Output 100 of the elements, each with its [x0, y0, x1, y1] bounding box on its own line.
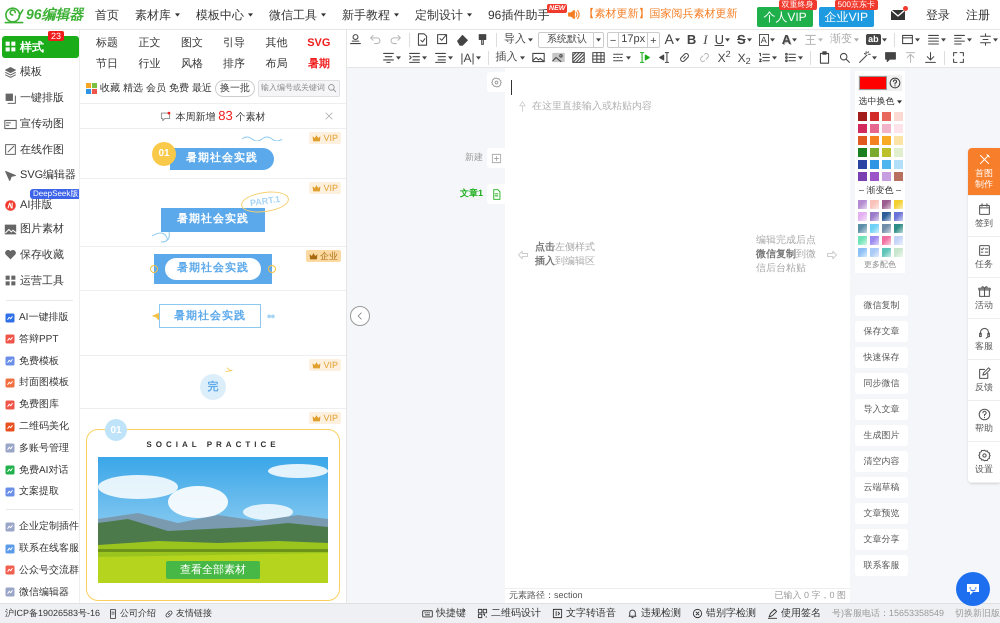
color-swatch[interactable]: [882, 248, 890, 257]
nav-link[interactable]: 素材库: [135, 6, 180, 24]
sidebar-item[interactable]: 免费图库: [2, 394, 79, 415]
action-button[interactable]: 文章预览: [855, 503, 908, 524]
color-swatch[interactable]: [858, 200, 866, 209]
color-swatch[interactable]: [894, 112, 902, 120]
nav-link[interactable]: 微信工具: [269, 6, 326, 24]
sidebar-item[interactable]: 免费模板: [2, 351, 79, 372]
color-swatch[interactable]: [882, 124, 890, 132]
color-swatch[interactable]: [882, 136, 890, 144]
category-tab[interactable]: 暑期: [298, 56, 340, 73]
action-button[interactable]: 云端草稿: [855, 477, 908, 498]
login-link[interactable]: 登录: [926, 6, 950, 24]
refresh-button[interactable]: 换一批: [215, 80, 255, 96]
footer-tool[interactable]: 违规检测: [626, 606, 681, 621]
filter-link[interactable]: 精选: [123, 80, 143, 96]
color-swatch[interactable]: [882, 224, 890, 233]
category-tab[interactable]: 布局: [255, 56, 298, 73]
sidebar-item[interactable]: 文案提取: [2, 482, 79, 502]
color-swatch[interactable]: [858, 124, 866, 132]
side-tab[interactable]: 签到: [968, 196, 1000, 237]
nav-link[interactable]: 96插件助手: [488, 6, 550, 24]
sidebar-item[interactable]: SVG编辑器: [2, 166, 79, 186]
toolbar-button[interactable]: [977, 30, 1000, 48]
color-swatch[interactable]: [894, 148, 902, 156]
color-swatch[interactable]: [870, 148, 878, 156]
category-tab[interactable]: 引导: [212, 35, 256, 52]
filter-link[interactable]: 免费: [169, 80, 189, 96]
color-swatch[interactable]: [882, 212, 890, 221]
color-swatch[interactable]: [870, 124, 878, 132]
sidebar-item[interactable]: 免费AI对话: [2, 460, 79, 480]
action-button[interactable]: 联系客服: [855, 555, 908, 576]
color-swatch[interactable]: [894, 236, 902, 245]
category-tab[interactable]: 行业: [128, 56, 171, 73]
footer-link[interactable]: 沪ICP备19026583号-16: [5, 606, 100, 620]
format-button[interactable]: X$^{2}$: [716, 48, 733, 66]
font-select[interactable]: 系统默认: [538, 32, 604, 48]
color-swatch[interactable]: [894, 136, 902, 144]
toolbar-menu[interactable]: 导入: [502, 30, 535, 48]
color-swatch[interactable]: [870, 212, 878, 221]
footer-tool[interactable]: 使用签名: [766, 606, 821, 621]
sidebar-item[interactable]: AI一键排版: [2, 308, 79, 328]
sidebar-item[interactable]: 微信编辑器: [2, 582, 79, 602]
filter-link[interactable]: 会员: [146, 80, 166, 96]
format-button[interactable]: B: [684, 30, 698, 48]
color-swatch[interactable]: [858, 148, 866, 156]
color-swatch[interactable]: [858, 160, 866, 168]
format-button[interactable]: ab: [864, 30, 889, 48]
color-swatch[interactable]: [894, 212, 902, 221]
side-tab[interactable]: 帮助: [968, 401, 1000, 442]
nav-link[interactable]: 首页: [95, 6, 119, 24]
nav-link[interactable]: 定制设计: [415, 6, 472, 24]
footer-link[interactable]: 公司介绍: [108, 606, 156, 620]
sidebar-item[interactable]: 答辩PPT: [2, 329, 79, 350]
sidebar-item[interactable]: 二维码美化: [2, 416, 79, 437]
color-swatch[interactable]: [870, 248, 878, 257]
font-size-field[interactable]: 17px: [619, 31, 648, 48]
color-swatch[interactable]: [858, 112, 866, 120]
color-swatch[interactable]: [882, 160, 890, 168]
action-button[interactable]: 清空内容: [855, 451, 908, 472]
footer-tool[interactable]: 快捷键: [422, 606, 466, 621]
decrease-button[interactable]: −: [608, 32, 620, 46]
category-tab[interactable]: 排序: [212, 56, 256, 73]
sidebar-item[interactable]: 图片素材: [2, 219, 79, 240]
category-tab[interactable]: 正文: [128, 35, 171, 52]
color-swatch[interactable]: [894, 200, 902, 209]
filter-link[interactable]: 最近: [192, 80, 212, 96]
action-button[interactable]: 同步微信: [855, 373, 908, 394]
register-link[interactable]: 注册: [966, 6, 990, 24]
action-button[interactable]: 生成图片: [855, 425, 908, 446]
category-tab[interactable]: 节日: [86, 56, 128, 73]
format-button[interactable]: X$_{2}$: [736, 48, 753, 66]
category-tab[interactable]: 风格: [170, 56, 213, 73]
color-swatch[interactable]: [894, 224, 902, 233]
action-button[interactable]: 文章分享: [855, 529, 908, 550]
color-swatch[interactable]: [882, 148, 890, 156]
sidebar-item[interactable]: 模板: [2, 62, 79, 83]
sidebar-item[interactable]: 保存收藏: [2, 244, 79, 265]
category-tab[interactable]: 其他: [255, 35, 298, 52]
action-button[interactable]: 微信复制: [855, 295, 908, 316]
side-tab[interactable]: 活动: [968, 278, 1000, 319]
category-tab[interactable]: SVG: [298, 35, 340, 52]
format-button[interactable]: S: [735, 30, 754, 48]
color-swatch[interactable]: [870, 200, 878, 209]
sidebar-item[interactable]: 封面图模板: [2, 372, 79, 393]
action-button[interactable]: 快速保存: [855, 347, 908, 368]
format-button[interactable]: A: [756, 30, 777, 48]
color-swatch[interactable]: [858, 212, 866, 221]
sidebar-item[interactable]: 多账号管理: [2, 438, 79, 458]
increase-button[interactable]: +: [647, 32, 659, 46]
format-button[interactable]: A: [780, 30, 800, 48]
color-swatch[interactable]: [894, 248, 902, 257]
color-swatch[interactable]: [858, 136, 866, 144]
format-button[interactable]: |A|: [458, 48, 483, 66]
color-swatch[interactable]: [882, 172, 890, 180]
more-colors-link[interactable]: 更多配色: [864, 259, 896, 271]
color-swatch[interactable]: [894, 124, 902, 132]
color-swatch[interactable]: [870, 136, 878, 144]
color-swatch[interactable]: [858, 224, 866, 233]
sidebar-item[interactable]: 宣传动图: [2, 114, 79, 134]
